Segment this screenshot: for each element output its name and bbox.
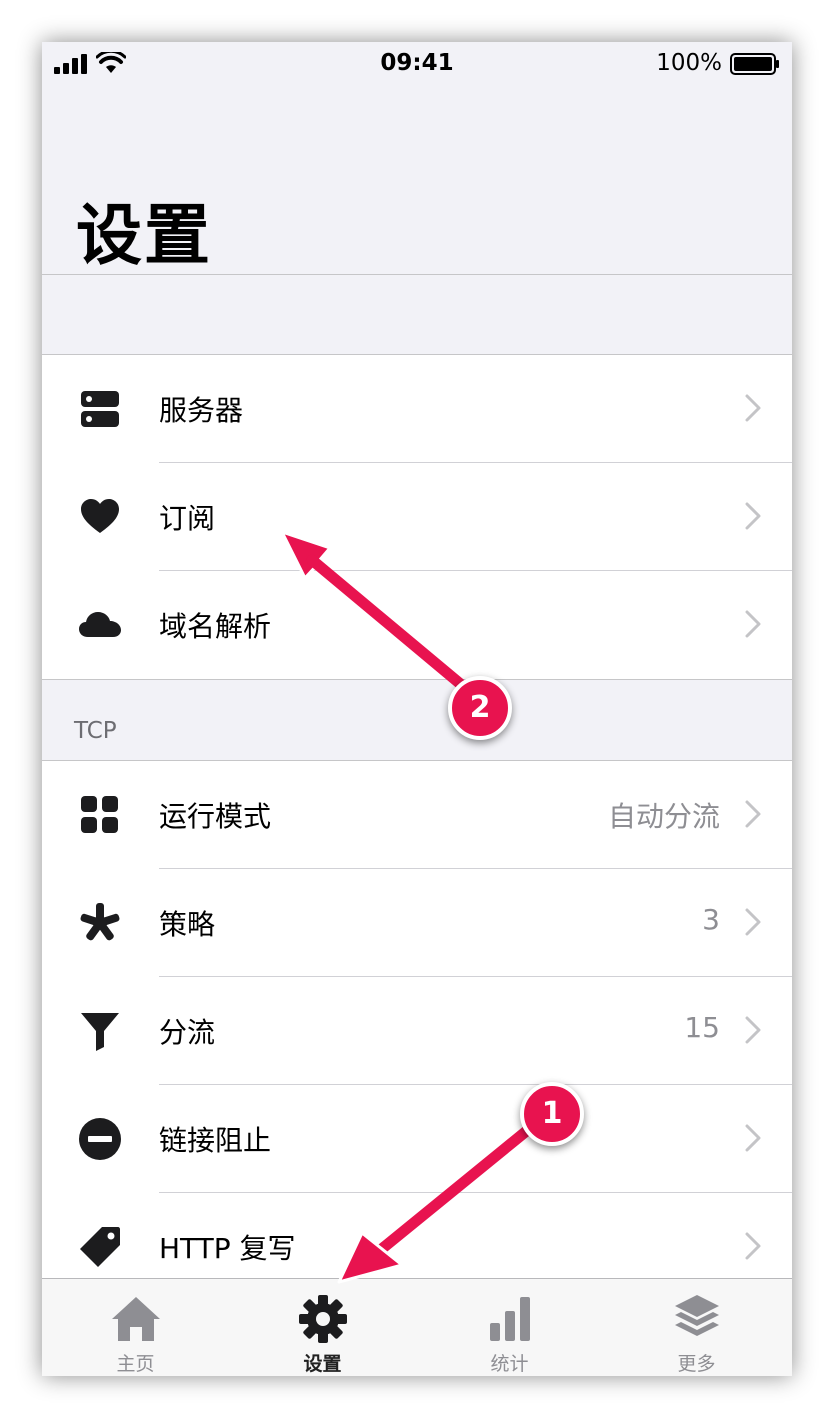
minus-circle-icon xyxy=(79,1118,121,1160)
row-label: 订阅 xyxy=(159,502,216,535)
tab-more[interactable]: 更多 xyxy=(603,1279,790,1376)
section-header-tcp: TCP xyxy=(74,718,117,744)
row-value: 15 xyxy=(684,1011,720,1044)
row-dns[interactable]: 域名解析 xyxy=(42,571,792,679)
tag-icon xyxy=(80,1227,120,1267)
row-label: 策略 xyxy=(159,908,216,941)
row-value: 自动分流 xyxy=(607,800,720,833)
chevron-right-icon xyxy=(745,610,761,638)
row-label: 运行模式 xyxy=(159,800,272,833)
chevron-right-icon xyxy=(745,908,761,936)
status-bar: 09:41 100% xyxy=(42,42,792,82)
row-label: 服务器 xyxy=(159,394,244,427)
tab-settings[interactable]: 设置 xyxy=(229,1279,416,1376)
row-policy[interactable]: 策略 3 xyxy=(42,869,792,977)
tab-home[interactable]: 主页 xyxy=(42,1279,229,1376)
tab-bar: 主页 设置 统计 更多 xyxy=(42,1278,792,1376)
tab-label: 统计 xyxy=(490,1353,529,1375)
row-label: 分流 xyxy=(159,1016,216,1049)
gear-icon xyxy=(299,1295,347,1343)
row-server[interactable]: 服务器 xyxy=(42,355,792,463)
row-routing[interactable]: 分流 15 xyxy=(42,977,792,1085)
chevron-right-icon xyxy=(745,1016,761,1044)
chevron-right-icon xyxy=(745,394,761,422)
chevron-right-icon xyxy=(745,800,761,828)
battery-icon xyxy=(730,53,779,75)
layers-icon xyxy=(675,1295,719,1336)
battery-percentage: 100% xyxy=(656,50,722,76)
page-title: 设置 xyxy=(76,197,212,274)
grid-icon xyxy=(81,796,118,833)
row-label: 域名解析 xyxy=(159,610,272,643)
heart-icon xyxy=(81,499,119,533)
tab-label: 更多 xyxy=(677,1353,716,1375)
asterisk-icon xyxy=(80,903,120,941)
row-run-mode[interactable]: 运行模式 自动分流 xyxy=(42,761,792,869)
chevron-right-icon xyxy=(745,502,761,530)
phone-screen: 09:41 100% 设置 服务器 订阅 域名解析 TCP 运行模式 自动分流 … xyxy=(42,42,792,1376)
bar-chart-icon xyxy=(490,1297,530,1341)
annotation-badge-2: 2 xyxy=(448,676,512,740)
home-icon xyxy=(112,1297,160,1341)
annotation-badge-1: 1 xyxy=(520,1082,584,1146)
chevron-right-icon xyxy=(745,1124,761,1152)
tab-statistics[interactable]: 统计 xyxy=(416,1279,603,1376)
cloud-icon xyxy=(79,612,121,637)
row-block[interactable]: 链接阻止 xyxy=(42,1085,792,1193)
server-icon xyxy=(81,391,119,427)
filter-icon xyxy=(81,1013,119,1051)
row-label: 链接阻止 xyxy=(159,1124,272,1157)
tab-label: 主页 xyxy=(116,1353,155,1375)
row-subscription[interactable]: 订阅 xyxy=(42,463,792,571)
settings-group-tcp: 运行模式 自动分流 策略 3 分流 15 链接阻止 HTTP 复写 xyxy=(42,760,792,1302)
row-value: 3 xyxy=(702,903,720,936)
header-divider xyxy=(42,274,792,275)
tab-label: 设置 xyxy=(303,1353,342,1375)
row-label: HTTP 复写 xyxy=(159,1232,296,1265)
chevron-right-icon xyxy=(745,1232,761,1260)
settings-group-general: 服务器 订阅 域名解析 xyxy=(42,354,792,680)
